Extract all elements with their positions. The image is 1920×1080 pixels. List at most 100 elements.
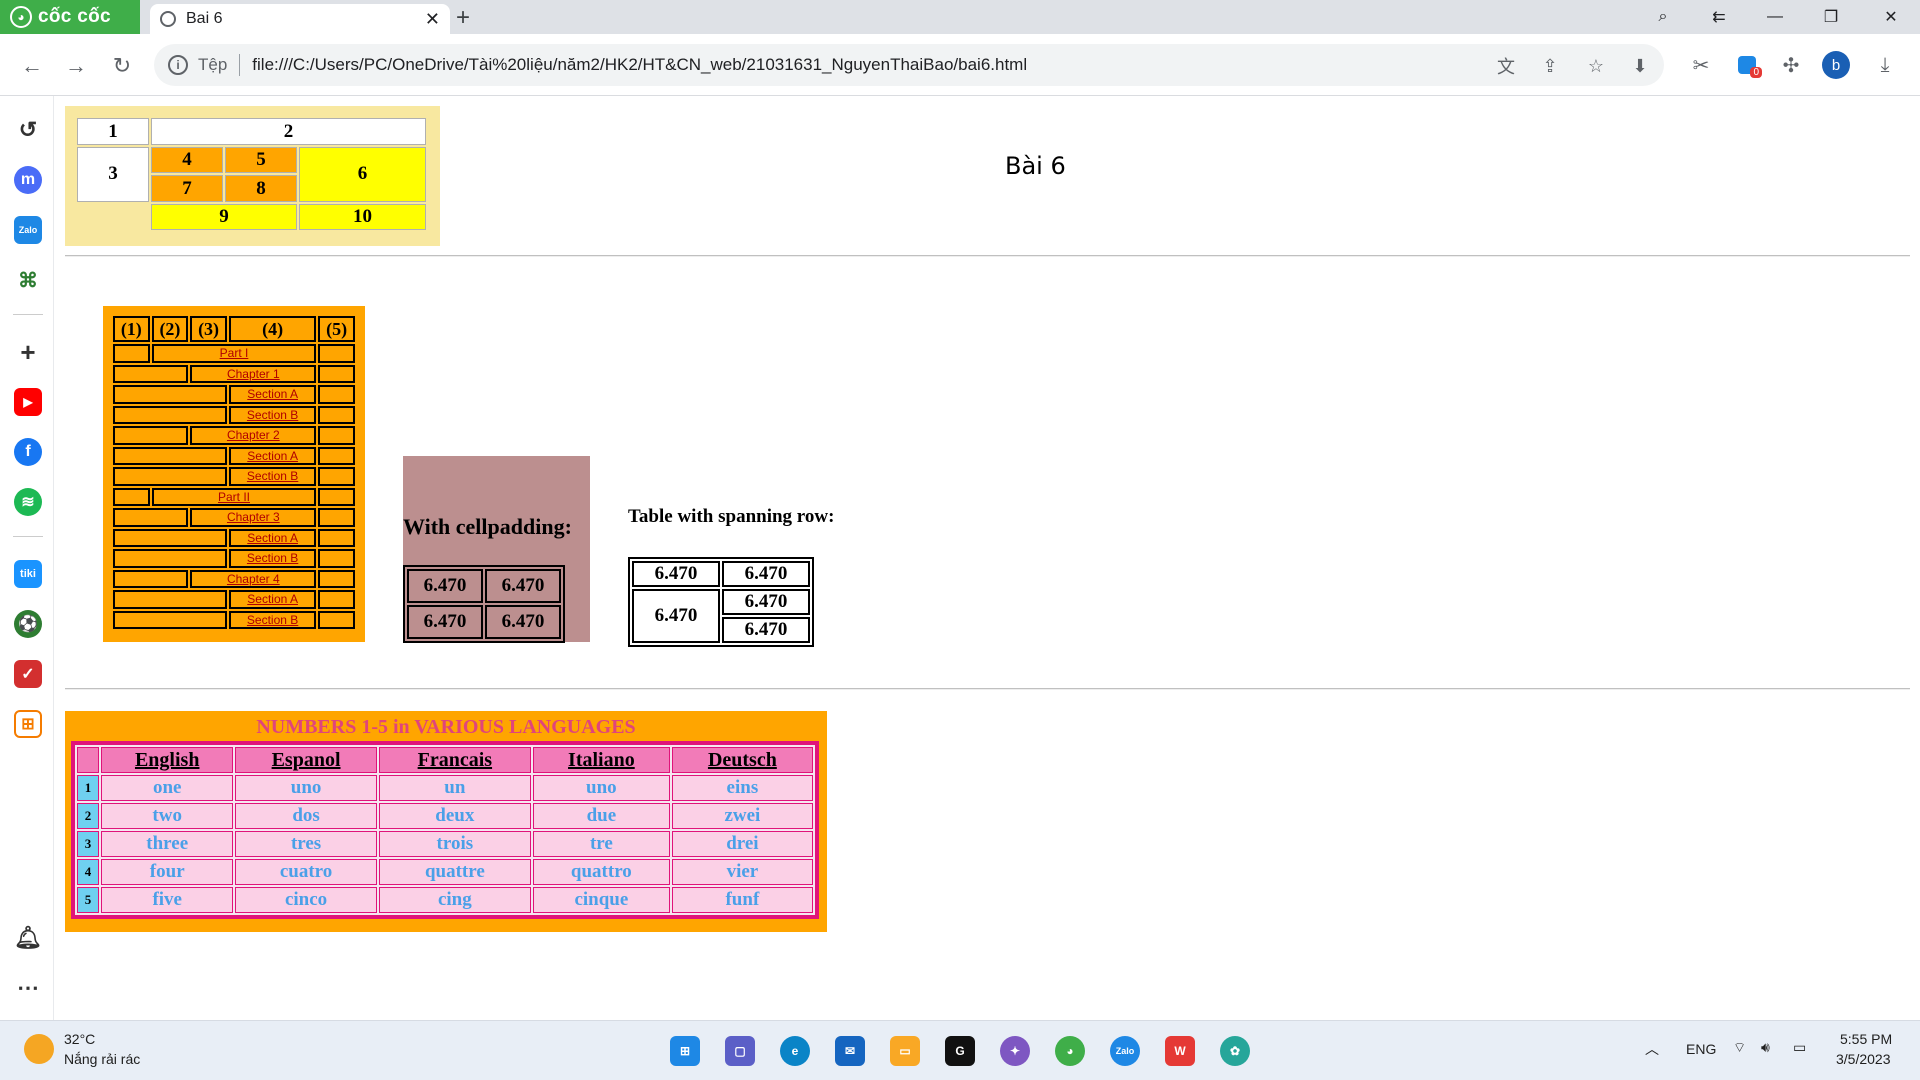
translate-icon[interactable]: 文 [1494,54,1518,78]
back-list-icon[interactable]: ⇇ [1696,0,1742,34]
facebook-icon[interactable]: f [14,438,42,466]
back-button[interactable]: ← [16,50,48,82]
table2-link[interactable]: Part II [218,490,250,504]
table2-link[interactable]: Chapter 2 [227,428,280,442]
url-text[interactable]: file:///C:/Users/PC/OneDrive/Tài%20liệu/… [252,55,1027,75]
table2-empty-cell [113,610,227,629]
table2-header: (4) [228,316,317,342]
clock-time[interactable]: 5:55 PM [1840,1031,1892,1047]
history-icon[interactable]: ↺ [14,116,42,144]
tiki-icon[interactable]: tiki [14,560,42,588]
extension-badge-icon[interactable]: 0 [1732,50,1762,80]
table2-link[interactable]: Section A [247,592,298,606]
downloads-icon[interactable]: ⤓ [1870,50,1900,80]
table2-empty-cell [318,549,355,568]
wps-office-icon[interactable]: W [1165,1036,1195,1066]
info-icon[interactable]: i [168,55,188,75]
table4-cell: 6.470 [722,589,810,615]
table1-cell: 10 [299,203,426,230]
show-hidden-icons[interactable]: ︿ [1645,1039,1659,1059]
table5-header: Italiano [532,747,670,773]
table2-link[interactable]: Chapter 4 [227,572,280,586]
volume-icon[interactable]: 🔊︎ [1761,1039,1770,1056]
table2-empty-cell [113,487,150,506]
mail-icon[interactable]: ✉ [835,1036,865,1066]
notifications-bell-icon[interactable]: 🔔︎ [14,924,42,952]
youtube-icon[interactable]: ▶ [14,388,42,416]
table2-empty-cell [318,569,355,588]
tab-search-icon[interactable]: ⌕ [1640,0,1686,34]
checklist-icon[interactable]: ✓ [14,660,42,688]
table2-empty-cell [113,569,189,588]
coccoc-menu-button[interactable]: ◕ cốc cốc [0,0,140,34]
globe-icon [160,11,176,27]
clock-date[interactable]: 3/5/2023 [1836,1051,1891,1067]
weather-sun-icon[interactable] [24,1034,54,1064]
table5-cell: cinco [235,887,377,913]
table5-cell: zwei [671,803,813,829]
table2-link[interactable]: Chapter 3 [227,510,280,524]
language-indicator[interactable]: ENG [1686,1041,1716,1057]
new-tab-button[interactable]: + [456,4,470,32]
table2-header: (5) [318,316,355,342]
table4-cell: 6.470 [632,589,720,643]
close-window-button[interactable]: ✕ [1868,0,1914,34]
table5-cell: quattre [378,859,531,885]
close-tab-icon[interactable]: ✕ [425,9,440,30]
extension-badge-count: 0 [1750,67,1762,78]
weather-temperature[interactable]: 32°C [64,1031,95,1047]
table2-row: Section B [113,549,355,568]
table2-link-cell: Section A [228,385,317,404]
add-shortcut-icon[interactable]: + [14,337,42,367]
bookmark-star-icon[interactable]: ☆ [1584,54,1608,78]
minimize-button[interactable]: — [1752,0,1798,34]
address-bar[interactable]: i Tệp file:///C:/Users/PC/OneDrive/Tài%2… [154,44,1664,86]
zalo-taskbar-icon[interactable]: Zalo [1110,1036,1140,1066]
football-icon[interactable]: ⚽ [14,610,42,638]
table5-cell: funf [671,887,813,913]
wifi-icon[interactable]: ⌔ [1733,1039,1746,1057]
coccoc-taskbar-icon[interactable]: ◕ [1055,1036,1085,1066]
teams-chat-icon[interactable]: ▢ [725,1036,755,1066]
shopping-icon[interactable]: ⊞ [14,710,42,738]
share-icon[interactable]: ⇪ [1538,54,1562,78]
table2-link[interactable]: Part I [220,346,249,360]
windows-start-icon[interactable]: ⊞ [670,1036,700,1066]
tab-bai6[interactable]: Bai 6 ✕ [150,4,450,34]
battery-icon[interactable]: ▭ [1793,1039,1806,1056]
app-icon[interactable]: ✿ [1220,1036,1250,1066]
garena-icon[interactable]: G [945,1036,975,1066]
zalo-icon[interactable]: Zalo [14,216,42,244]
weather-description[interactable]: Nắng rải rác [64,1051,140,1067]
table2-link[interactable]: Section A [247,387,298,401]
tab-title: Bai 6 [186,10,223,27]
table5-cell: uno [235,775,377,801]
table2-link[interactable]: Section B [247,469,298,483]
table2-empty-cell [113,344,150,363]
toolbar: ← → ↻ i Tệp file:///C:/Users/PC/OneDrive… [0,34,1920,96]
reload-button[interactable]: ↻ [106,50,138,82]
file-explorer-icon[interactable]: ▭ [890,1036,920,1066]
table2-link[interactable]: Section B [247,408,298,422]
table2-link[interactable]: Section B [247,613,298,627]
table2-empty-cell [318,426,355,445]
table2-link[interactable]: Section B [247,551,298,565]
spotify-icon[interactable]: ≋ [14,488,42,516]
profile-avatar[interactable]: b [1822,51,1850,79]
forward-button[interactable]: → [60,50,92,82]
table2-link[interactable]: Chapter 1 [227,367,280,381]
table2-row: Chapter 1 [113,364,355,383]
extensions-puzzle-icon[interactable]: ✣ [1776,50,1806,80]
adblock-icon[interactable]: ✂ [1686,50,1716,80]
table5-row-number: 2 [77,803,99,829]
copilot-icon[interactable]: ✦ [1000,1036,1030,1066]
table2-link[interactable]: Section A [247,449,298,463]
download-page-icon[interactable]: ⬇ [1628,54,1652,78]
table3-caption: With cellpadding: [403,514,572,539]
maximize-button[interactable]: ❐ [1808,0,1854,34]
edge-browser-icon[interactable]: e [780,1036,810,1066]
table2-link[interactable]: Section A [247,531,298,545]
messenger-icon[interactable]: m [14,166,42,194]
game-controller-icon[interactable]: ⌘ [14,266,42,294]
more-icon[interactable]: ⋯ [14,974,42,1002]
